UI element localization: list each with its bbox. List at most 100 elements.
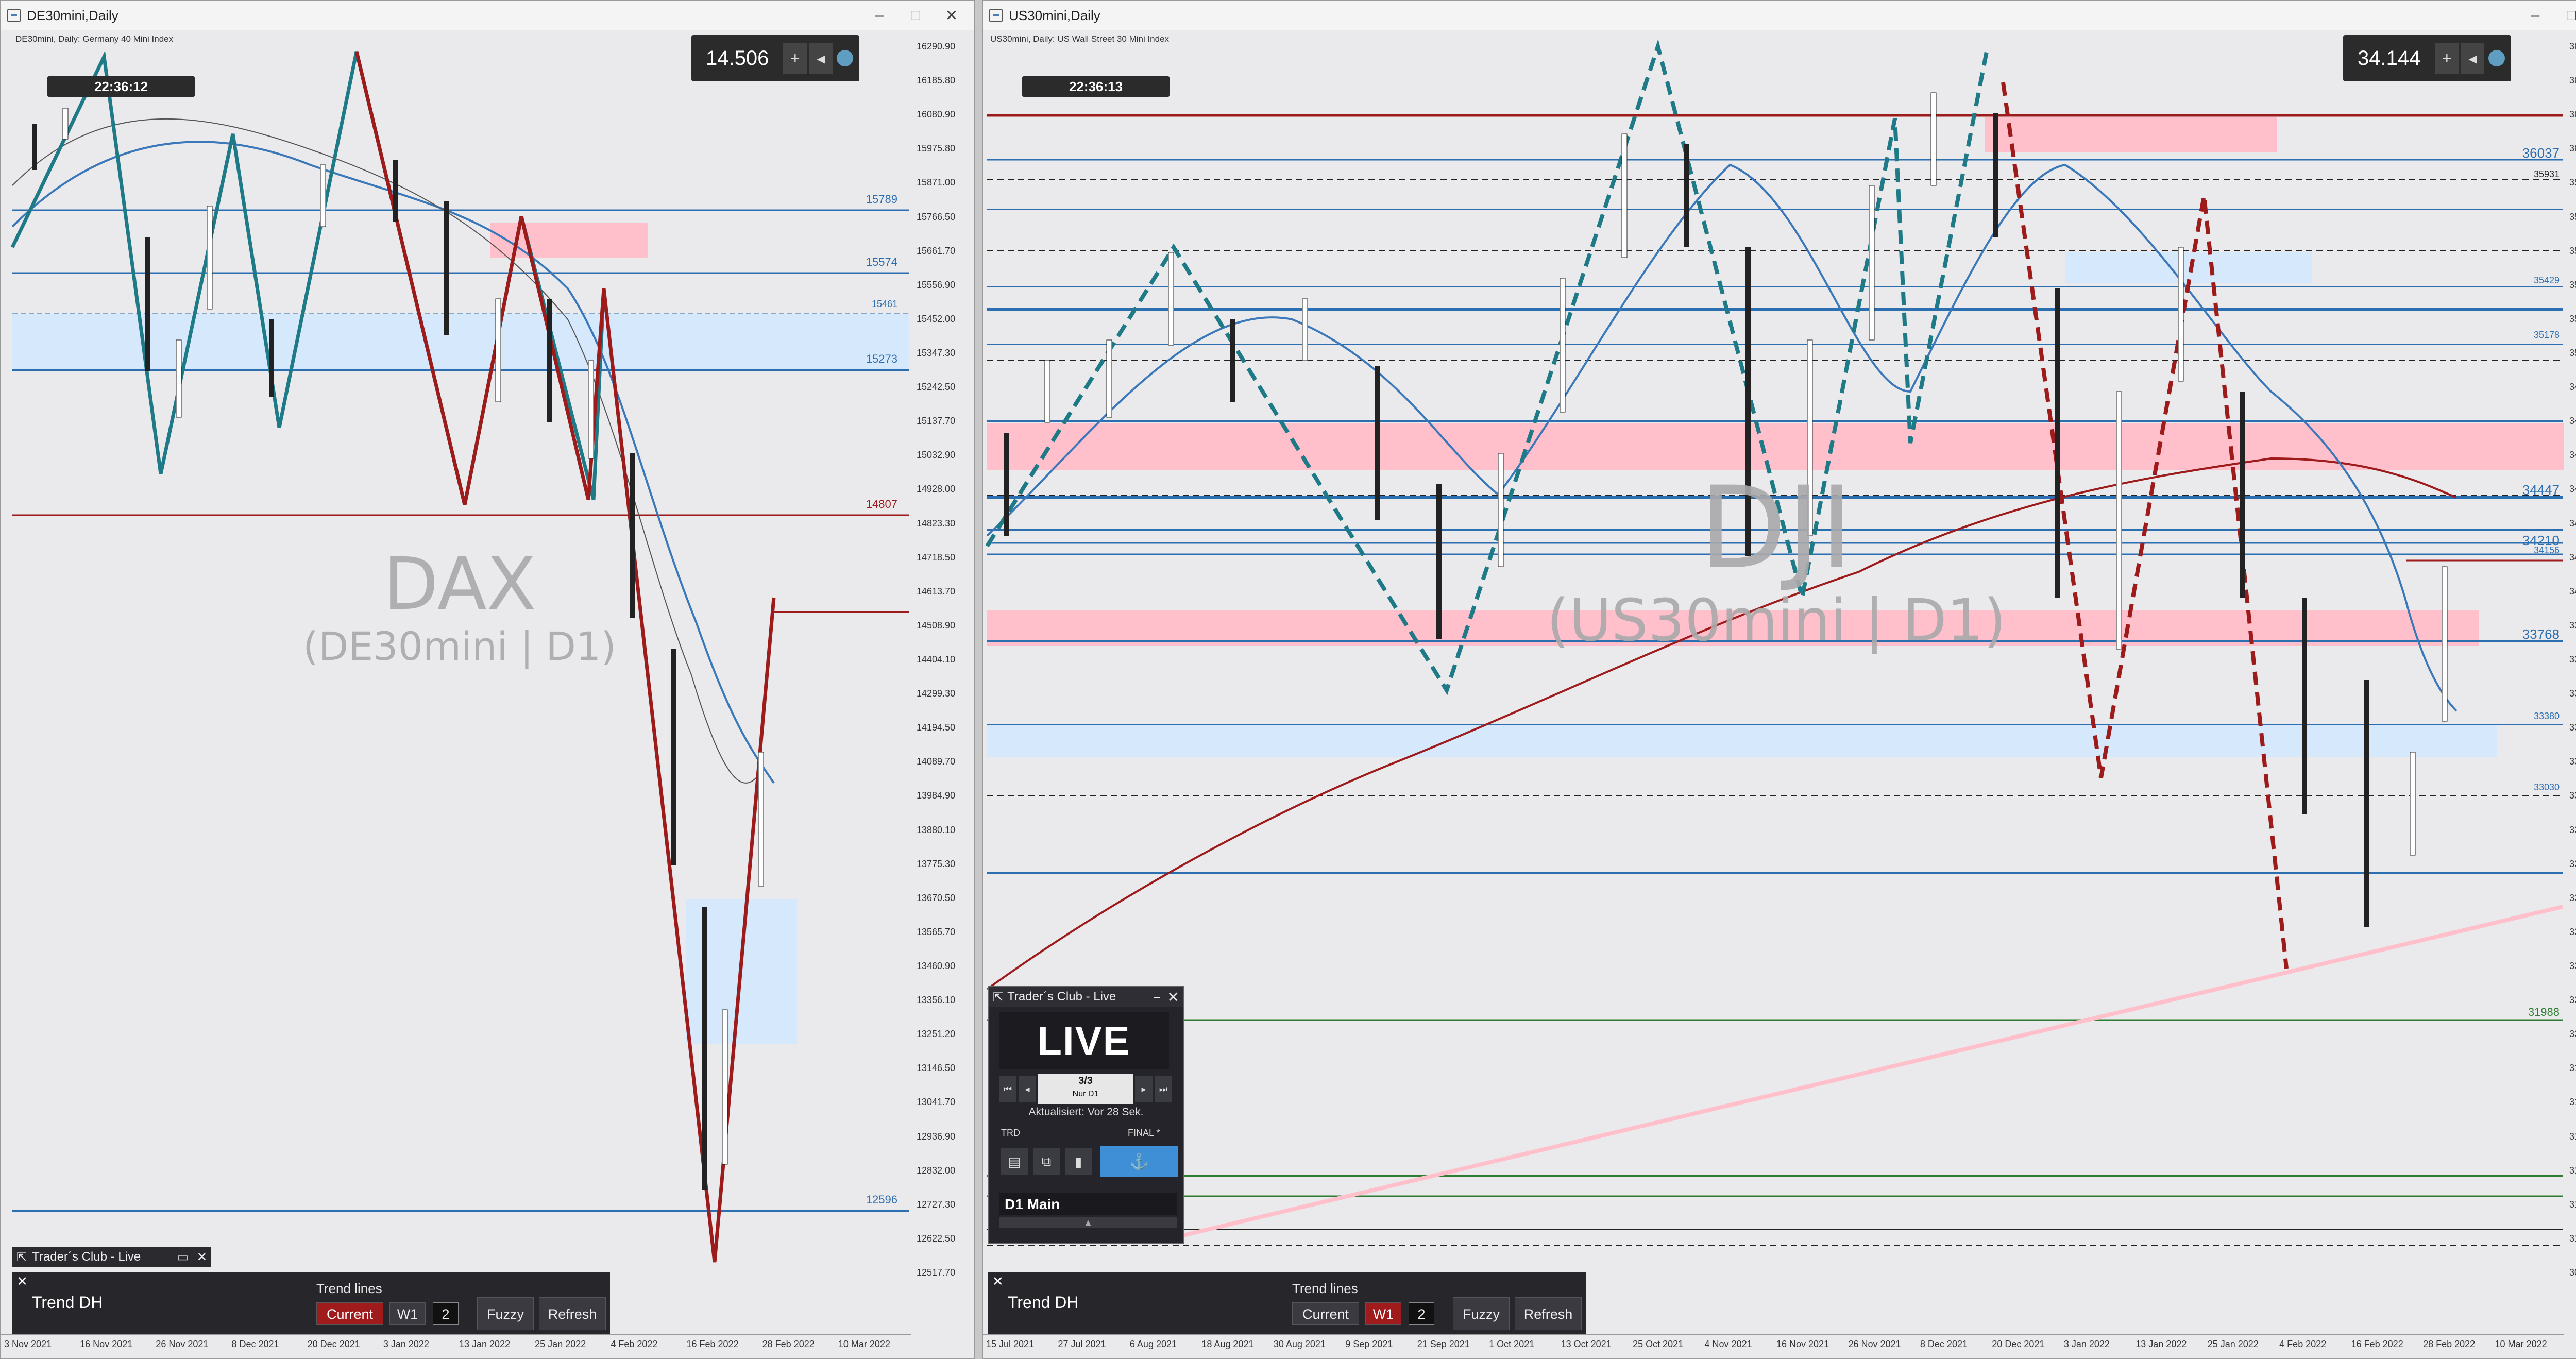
panel-close-button[interactable]: ✕ (992, 1273, 1004, 1289)
y-axis-tick-label: 13880.10 (917, 824, 956, 835)
chart-canvas[interactable] (983, 31, 2576, 1358)
level-label-31988: 31988 (2528, 1006, 2560, 1018)
y-axis-tick-label: 14928.00 (917, 484, 956, 495)
page-counter: 3/3 Nur D1 (1038, 1074, 1133, 1104)
line-count-field[interactable]: 2 (1409, 1302, 1434, 1325)
last-page-icon[interactable]: ⏭ (1155, 1076, 1172, 1102)
y-axis-tick-label: 35150.00 (2569, 348, 2576, 358)
prev-page-icon[interactable]: ◂ (1019, 1076, 1036, 1102)
y-axis-tick-label: 33600.00 (2569, 688, 2576, 699)
w1-button[interactable]: W1 (1365, 1302, 1401, 1325)
dji-chart-window[interactable]: US30mini,Daily – □ ✕ (982, 0, 2576, 1359)
panel-close-button[interactable]: ✕ (16, 1273, 28, 1289)
status-dot-icon[interactable] (837, 50, 854, 66)
dax-chart-window[interactable]: DE30mini,Daily – □ ✕ DE30mini, Daily: Ge… (0, 0, 975, 1359)
page-navigator[interactable]: ⏮ ◂ 3/3 Nur D1 ▸ ⏭ (999, 1074, 1174, 1104)
next-page-icon[interactable]: ▸ (1135, 1076, 1153, 1102)
minimize-button[interactable]: – (2517, 7, 2553, 24)
refresh-button[interactable]: Refresh (539, 1297, 606, 1330)
status-dot-icon[interactable] (2488, 50, 2505, 66)
y-axis-tick-label: 12936.90 (917, 1131, 956, 1142)
price-box[interactable]: 34.144 + ◂ (2343, 35, 2512, 81)
main-selector[interactable]: D1 Main (999, 1193, 1177, 1215)
chart-canvas[interactable] (1, 31, 974, 1358)
close-icon[interactable]: ✕ (197, 1250, 207, 1265)
close-button[interactable]: ✕ (934, 7, 970, 25)
price-box[interactable]: 14.506 + ◂ (691, 35, 860, 81)
y-axis-tick-label: 35925.00 (2569, 177, 2576, 188)
fuzzy-button[interactable]: Fuzzy (477, 1297, 534, 1330)
y-axis-tick-label: 13041.70 (917, 1097, 956, 1108)
expand-icon[interactable]: ▲ (999, 1217, 1177, 1228)
x-axis-tick-label: 9 Sep 2021 (1345, 1339, 1393, 1349)
y-axis-tick-label: 30965.00 (2569, 1267, 2576, 1278)
price-chart[interactable]: DE30mini, Daily: Germany 40 Mini Index 2… (1, 31, 974, 1358)
restore-icon[interactable]: ▭ (177, 1250, 189, 1265)
y-axis-tick-label: 36390.00 (2569, 75, 2576, 86)
add-button[interactable]: + (2435, 43, 2459, 74)
window-icon[interactable]: ⧉ (1033, 1148, 1060, 1175)
y-axis-tick-label: 15032.90 (917, 450, 956, 461)
current-button[interactable]: Current (1292, 1302, 1359, 1325)
minimize-icon[interactable]: – (1154, 990, 1160, 1004)
level-label-33380: 33380 (2533, 711, 2560, 721)
y-axis-tick-label: 34375.00 (2569, 518, 2576, 529)
symbol-info: US30mini, Daily: US Wall Street 30 Mini … (990, 34, 1170, 44)
maximize-button[interactable]: □ (897, 7, 934, 24)
mini-bar-title: Trader´s Club - Live (32, 1250, 141, 1264)
chart-window-icon (989, 9, 1003, 22)
x-axis-tick-label: 4 Nov 2021 (1704, 1339, 1752, 1349)
y-axis-tick-label: 14404.10 (917, 654, 956, 665)
maximize-button[interactable]: □ (2553, 7, 2576, 24)
traders-club-mini-bar[interactable]: ⇱ Trader´s Club - Live ▭ ✕ (12, 1247, 211, 1267)
pin-icon[interactable]: ⇱ (993, 990, 1003, 1005)
w1-button[interactable]: W1 (389, 1302, 426, 1325)
level-label-15574: 15574 (866, 256, 897, 268)
pin-icon[interactable]: ⇱ (16, 1250, 27, 1265)
y-axis-tick-label: 32980.00 (2569, 824, 2576, 835)
trend-dh-panel[interactable]: ✕ Trend DH Trend lines Current W1 2 Fuzz… (988, 1272, 1586, 1334)
refresh-button[interactable]: Refresh (1515, 1297, 1582, 1330)
battery-icon[interactable]: ▮ (1065, 1148, 1092, 1175)
window-title: DE30mini,Daily (27, 7, 118, 23)
x-axis-tick-label: 20 Dec 2021 (1992, 1339, 2045, 1349)
y-axis-tick-label: 13146.50 (917, 1063, 956, 1074)
window-titlebar[interactable]: US30mini,Daily – □ ✕ (983, 1, 2576, 30)
price-chart[interactable]: US30mini, Daily: US Wall Street 30 Mini … (983, 31, 2576, 1358)
y-axis-tick-label: 33755.00 (2569, 654, 2576, 665)
level-label-35931: 35931 (2533, 169, 2560, 179)
x-axis-tick-label: 26 Nov 2021 (1848, 1339, 1901, 1349)
y-axis-tick-label: 33910.00 (2569, 620, 2576, 631)
current-button[interactable]: Current (316, 1302, 383, 1325)
close-icon[interactable]: ✕ (1167, 989, 1179, 1006)
anchor-button[interactable]: ⚓ (1100, 1146, 1178, 1177)
fuzzy-button[interactable]: Fuzzy (1453, 1297, 1510, 1330)
collapse-left-icon[interactable]: ◂ (809, 43, 833, 74)
y-axis-tick-label: 36080.00 (2569, 143, 2576, 154)
add-button[interactable]: + (783, 43, 807, 74)
window-titlebar[interactable]: DE30mini,Daily – □ ✕ (1, 1, 974, 30)
y-axis-tick-label: 15871.00 (917, 177, 956, 188)
document-icon[interactable]: ▤ (1001, 1148, 1028, 1175)
minimize-button[interactable]: – (861, 7, 897, 24)
traders-club-live-panel[interactable]: ⇱ Trader´s Club - Live – ✕ LIVE ⏮ ◂ 3/3 … (988, 986, 1184, 1244)
server-time-badge: 22:36:13 (1022, 76, 1170, 97)
level-label-34156: 34156 (2533, 545, 2560, 555)
live-tools: TRD FINAL * ▤ ⧉ ▮ ⚓ (999, 1126, 1179, 1182)
level-label-15461: 15461 (871, 299, 897, 309)
x-axis-tick-label: 16 Nov 2021 (80, 1339, 133, 1349)
live-logo: LIVE (999, 1012, 1169, 1069)
y-axis-tick-label: 12727.30 (917, 1199, 956, 1210)
y-axis-tick-label: 36235.00 (2569, 109, 2576, 120)
level-label-35429: 35429 (2533, 275, 2560, 285)
line-count-field[interactable]: 2 (433, 1302, 459, 1325)
trend-dh-panel[interactable]: ✕ Trend DH Trend lines Current W1 2 Fuzz… (12, 1272, 610, 1334)
first-page-icon[interactable]: ⏮ (999, 1076, 1016, 1102)
x-axis-tick-label: 8 Dec 2021 (1920, 1339, 1968, 1349)
y-axis-tick-label: 32670.00 (2569, 892, 2576, 903)
final-label: FINAL * (1128, 1128, 1160, 1138)
x-axis-tick-label: 8 Dec 2021 (231, 1339, 279, 1349)
y-axis-tick-label: 34995.00 (2569, 382, 2576, 393)
x-axis-tick-label: 28 Feb 2022 (762, 1339, 815, 1349)
collapse-left-icon[interactable]: ◂ (2461, 43, 2485, 74)
